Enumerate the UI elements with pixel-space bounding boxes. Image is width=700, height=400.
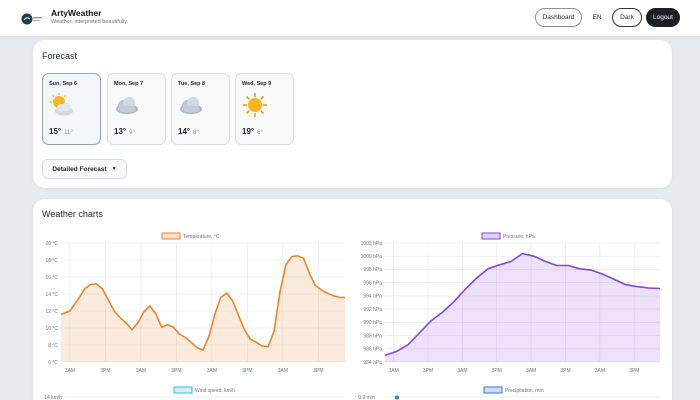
arty-weather-logo-icon[interactable] <box>21 11 43 27</box>
detailed-forecast-label: Detailed Forecast <box>52 165 107 173</box>
language-button[interactable]: EN <box>586 8 608 27</box>
temp-low: 6° <box>257 130 263 136</box>
weather-charts-card: Weather charts <box>33 199 672 400</box>
forecast-card: Forecast Sun, Sep 6 15° 11° Mon, Sep 7 13… <box>33 40 672 188</box>
app-header: ArtyWeather Weather, interpreted beautif… <box>0 0 700 36</box>
weather-charts-title: Weather charts <box>42 209 103 219</box>
forecast-day-tue[interactable]: Tue, Sep 8 14° 8° <box>171 73 230 145</box>
day-name: Tue, Sep 8 <box>178 81 206 87</box>
temp-low: 11° <box>64 130 73 136</box>
day-name: Sun, Sep 6 <box>49 81 78 87</box>
temp-low: 9° <box>129 130 135 136</box>
temp-low: 8° <box>193 130 199 136</box>
dark-mode-button[interactable]: Dark <box>612 8 642 27</box>
app-tagline: Weather, interpreted beautifully. <box>51 19 129 25</box>
forecast-day-wed[interactable]: Wed, Sep 9 19° 6° <box>235 73 294 145</box>
day-name: Mon, Sep 7 <box>114 81 144 87</box>
day-temps: 19° 6° <box>242 127 263 136</box>
day-temps: 15° 11° <box>49 127 73 136</box>
forecast-title: Forecast <box>42 51 78 61</box>
sun-icon <box>243 93 267 117</box>
sun-behind-cloud-icon <box>50 93 73 116</box>
temp-high: 13° <box>114 127 127 136</box>
chevron-down-icon: ▼ <box>111 166 117 172</box>
forecast-day-sun[interactable]: Sun, Sep 6 15° 11° <box>42 73 101 145</box>
dashboard-button[interactable]: Dashboard <box>535 8 582 27</box>
cloud-icon <box>180 97 202 114</box>
logout-button[interactable]: Logout <box>646 8 680 27</box>
cloud-icon <box>116 97 138 114</box>
day-temps: 14° 8° <box>178 127 199 136</box>
temp-high: 14° <box>178 127 191 136</box>
temp-high: 15° <box>49 127 62 136</box>
day-temps: 13° 9° <box>114 127 135 136</box>
detailed-forecast-button[interactable]: Detailed Forecast ▼ <box>42 159 127 179</box>
app-title: ArtyWeather <box>51 8 102 18</box>
day-name: Wed, Sep 9 <box>242 81 272 87</box>
forecast-day-mon[interactable]: Mon, Sep 7 13° 9° <box>107 73 166 145</box>
temp-high: 19° <box>242 127 255 136</box>
